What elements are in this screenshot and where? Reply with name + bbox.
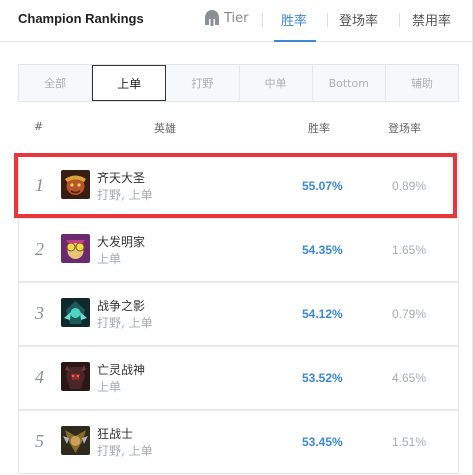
champion-avatar [61, 170, 90, 199]
rankings-panel: Champion Rankings Tier 胜率 登场率 禁用率 全部 上单 … [0, 0, 473, 475]
helmet-icon [205, 10, 219, 26]
header-hero[interactable]: 英雄 [154, 120, 176, 136]
winrate-value: 54.35% [302, 243, 343, 257]
winrate-value: 53.45% [302, 435, 343, 449]
tab-pickrate[interactable]: 登场率 [339, 10, 378, 29]
pickrate-value: 1.65% [392, 243, 427, 257]
tab-winrate[interactable]: 胜率 [281, 10, 307, 29]
champion-avatar [61, 234, 90, 263]
champion-avatar [61, 426, 90, 455]
champion-roles: 打野, 上单 [97, 316, 153, 330]
role-jungle[interactable]: 打野 [166, 65, 240, 101]
role-mid[interactable]: 中单 [240, 65, 313, 101]
panel-title: Champion Rankings [18, 11, 144, 26]
tab-tier[interactable]: Tier [205, 10, 249, 26]
champion-roles: 上单 [97, 380, 122, 394]
rank-number: 4 [35, 367, 44, 387]
tab-divider [327, 13, 328, 27]
role-filter: 全部 上单 打野 中单 Bottom 辅助 [18, 64, 459, 102]
rankings-header: Champion Rankings Tier 胜率 登场率 禁用率 [0, 0, 473, 42]
role-support[interactable]: 辅助 [386, 65, 458, 101]
header-rank: # [34, 120, 44, 133]
table-row[interactable]: 2 大发明家 上单 54.35% 1.65% [18, 218, 459, 282]
champion-roles: 上单 [97, 252, 122, 266]
header-pickrate[interactable]: 登场率 [388, 120, 421, 136]
champion-name[interactable]: 战争之影 [97, 297, 145, 314]
rank-number: 2 [35, 239, 44, 259]
pickrate-value: 1.51% [392, 435, 427, 449]
winrate-value: 55.07% [302, 179, 343, 193]
champion-name[interactable]: 齐天大圣 [97, 169, 145, 186]
tab-tier-label: Tier [224, 10, 249, 26]
rank-number: 3 [35, 303, 44, 323]
champion-roles: 打野, 上单 [97, 188, 153, 202]
role-top[interactable]: 上单 [92, 65, 167, 101]
rank-number: 5 [35, 431, 44, 451]
tab-divider [262, 13, 263, 27]
winrate-value: 54.12% [302, 307, 343, 321]
winrate-value: 53.52% [302, 371, 343, 385]
pickrate-value: 4.65% [392, 371, 427, 385]
table-row[interactable]: 3 战争之影 打野, 上单 54.12% 0.79% [18, 282, 459, 346]
pickrate-value: 0.89% [392, 179, 427, 193]
champion-avatar [61, 298, 90, 327]
tab-divider [399, 13, 400, 27]
champion-roles: 打野, 上单 [97, 444, 153, 458]
active-tab-indicator [274, 40, 316, 42]
table-header: # 英雄 胜率 登场率 [18, 118, 459, 138]
tab-banrate[interactable]: 禁用率 [412, 10, 451, 29]
table-row[interactable]: 1 齐天大圣 打野, 上单 55.07% 0.89% [18, 154, 459, 218]
role-bottom[interactable]: Bottom [313, 65, 386, 101]
champion-avatar [61, 362, 90, 391]
rank-number: 1 [35, 175, 44, 195]
pickrate-value: 0.79% [392, 307, 427, 321]
champion-name[interactable]: 大发明家 [97, 233, 145, 250]
champion-name[interactable]: 狂战士 [97, 425, 133, 442]
champion-name[interactable]: 亡灵战神 [97, 361, 145, 378]
table-row[interactable]: 4 亡灵战神 上单 53.52% 4.65% [18, 346, 459, 410]
header-winrate[interactable]: 胜率 [308, 120, 330, 136]
role-all[interactable]: 全部 [19, 65, 93, 101]
table-row[interactable]: 5 狂战士 打野, 上单 53.45% 1.51% [18, 410, 459, 474]
